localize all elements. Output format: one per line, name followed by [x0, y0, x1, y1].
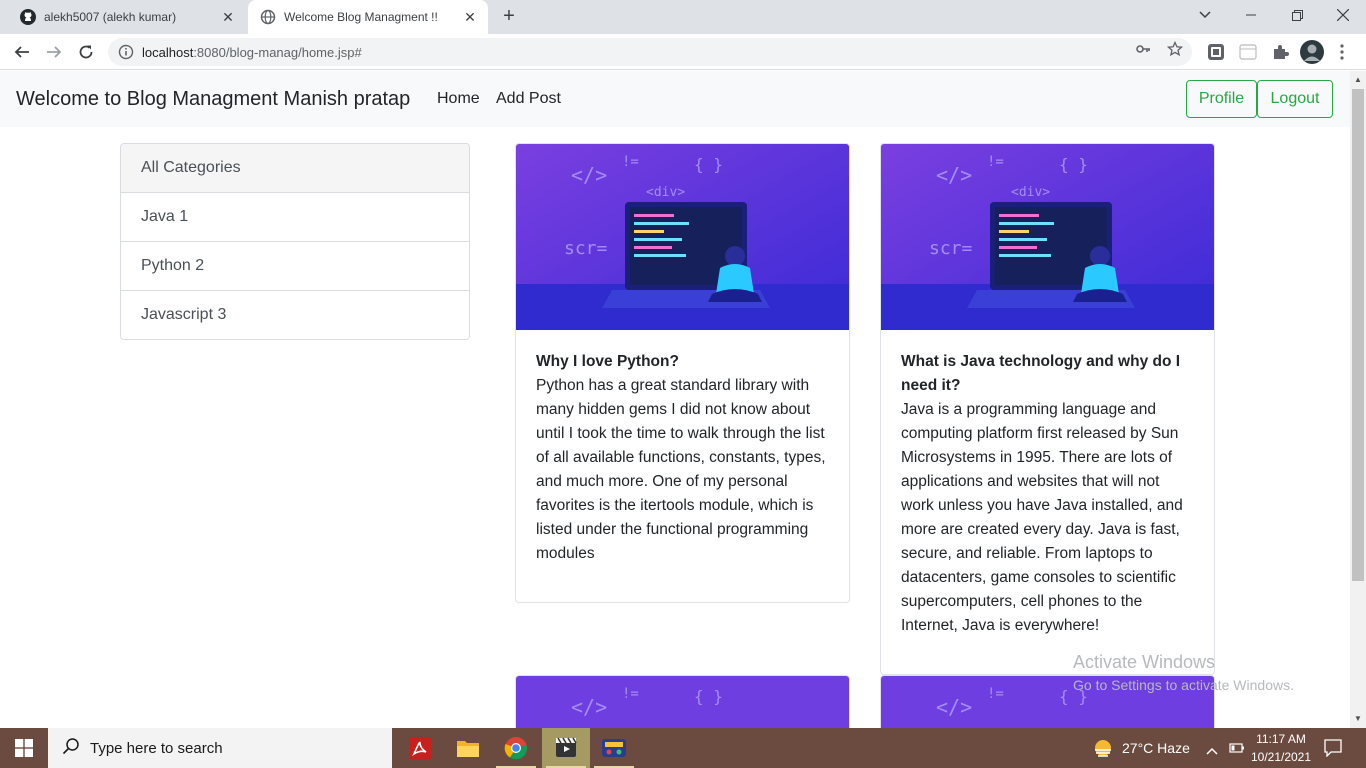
- post-title: Why I love Python?: [536, 353, 679, 370]
- div-label: <div>: [1011, 185, 1050, 200]
- category-javascript[interactable]: Javascript 3: [121, 291, 469, 339]
- tab-blog[interactable]: Welcome Blog Managment !! ✕: [248, 0, 488, 34]
- tab-title: Welcome Blog Managment !!: [284, 10, 438, 24]
- category-java[interactable]: Java 1: [121, 193, 469, 242]
- code-tag-label: </>: [936, 163, 972, 187]
- notification-icon[interactable]: [1324, 739, 1342, 762]
- reload-button[interactable]: [74, 40, 98, 64]
- scroll-thumb[interactable]: [1352, 89, 1364, 581]
- neq-label: !=: [987, 686, 1004, 702]
- profile-button[interactable]: Profile: [1186, 80, 1257, 118]
- post-content: Java is a programming language and compu…: [901, 401, 1183, 634]
- file-explorer-icon[interactable]: [444, 728, 492, 768]
- neq-label: !=: [987, 154, 1004, 170]
- video-app-icon[interactable]: [542, 728, 590, 768]
- acrobat-icon[interactable]: [396, 728, 444, 768]
- post-image[interactable]: </> { } <div> scr= !=: [516, 144, 849, 330]
- activate-windows-watermark: Activate Windows Go to Settings to activ…: [1073, 652, 1294, 693]
- windows-taskbar: Type here to search 27°C Haze 11:17 AM 1…: [0, 728, 1366, 768]
- braces-label: { }: [694, 687, 723, 706]
- category-list: All Categories Java 1 Python 2 Javascrip…: [120, 143, 470, 340]
- post-image[interactable]: </> { } !=: [516, 676, 849, 735]
- nav-home[interactable]: Home: [437, 90, 480, 108]
- url-field[interactable]: localhost:8080/blog-manag/home.jsp#: [108, 38, 1192, 66]
- close-window-button[interactable]: [1320, 0, 1366, 30]
- neq-label: !=: [622, 686, 639, 702]
- post-body: What is Java technology and why do I nee…: [881, 330, 1214, 638]
- scr-label: scr=: [564, 238, 608, 259]
- watermark-title: Activate Windows: [1073, 652, 1216, 672]
- url-path: :8080/blog-manag/home.jsp#: [193, 45, 362, 60]
- github-icon: [20, 9, 36, 25]
- page-scrollbar[interactable]: ▲ ▼: [1350, 71, 1366, 728]
- scroll-down-icon[interactable]: ▼: [1353, 714, 1363, 724]
- forward-button[interactable]: [42, 40, 66, 64]
- scroll-up-icon[interactable]: ▲: [1353, 75, 1363, 85]
- post-image[interactable]: </> { } <div> scr= !=: [881, 144, 1214, 330]
- watermark-subtitle: Go to Settings to activate Windows.: [1073, 677, 1294, 693]
- code-tag-label: </>: [571, 695, 607, 719]
- category-python[interactable]: Python 2: [121, 242, 469, 291]
- post-card: </> { } <div> scr= != What is Java techn…: [880, 143, 1215, 675]
- category-all[interactable]: All Categories: [121, 144, 469, 193]
- clock-time[interactable]: 11:17 AM: [1254, 732, 1308, 746]
- search-icon: [62, 737, 80, 760]
- extension-grey-icon[interactable]: [1238, 42, 1258, 62]
- search-placeholder: Type here to search: [90, 739, 223, 757]
- close-icon[interactable]: ✕: [462, 9, 478, 25]
- menu-kebab-icon[interactable]: [1332, 42, 1352, 62]
- clock-date[interactable]: 10/21/2021: [1250, 750, 1312, 764]
- weather-icon[interactable]: [1092, 737, 1114, 764]
- post-card: </> { } !=: [515, 675, 850, 735]
- new-tab-button[interactable]: +: [498, 6, 520, 28]
- minimize-button[interactable]: [1228, 0, 1274, 30]
- weather-text[interactable]: 27°C Haze: [1122, 740, 1190, 756]
- chevron-up-icon[interactable]: [1206, 742, 1218, 760]
- browser-tabstrip: alekh5007 (alekh kumar) ✕ Welcome Blog M…: [0, 0, 1366, 34]
- key-icon[interactable]: [1134, 40, 1152, 58]
- tab-github[interactable]: alekh5007 (alekh kumar) ✕: [8, 0, 246, 34]
- code-tag-label: </>: [571, 163, 607, 187]
- back-button[interactable]: [10, 40, 34, 64]
- braces-label: { }: [1059, 155, 1088, 174]
- tab-title: alekh5007 (alekh kumar): [44, 10, 177, 24]
- star-icon[interactable]: [1166, 40, 1184, 58]
- logout-button[interactable]: Logout: [1257, 80, 1333, 118]
- scr-label: scr=: [929, 238, 973, 259]
- post-card: </> { } <div> scr= != Why I love Python?…: [515, 143, 850, 603]
- navbar-brand[interactable]: Welcome to Blog Managment Manish pratap: [16, 88, 410, 111]
- url-host: localhost: [142, 45, 194, 60]
- taskbar-search-input[interactable]: Type here to search: [48, 728, 392, 768]
- neq-label: !=: [622, 154, 639, 170]
- site-navbar: Welcome to Blog Managment Manish pratap …: [0, 71, 1350, 127]
- post-title: What is Java technology and why do I nee…: [901, 353, 1181, 394]
- restore-button[interactable]: [1274, 0, 1320, 30]
- windows-start-icon[interactable]: [0, 728, 48, 768]
- post-content: Python has a great standard library with…: [536, 377, 826, 562]
- game-app-icon[interactable]: [590, 728, 638, 768]
- chrome-icon[interactable]: [492, 728, 540, 768]
- url-text: localhost:8080/blog-manag/home.jsp#: [142, 45, 362, 60]
- info-icon[interactable]: [118, 44, 134, 60]
- globe-icon: [260, 9, 276, 25]
- battery-icon[interactable]: [1229, 741, 1245, 759]
- avatar[interactable]: [1300, 40, 1324, 64]
- puzzle-icon[interactable]: [1270, 42, 1290, 62]
- post-body: Why I love Python? Python has a great st…: [516, 330, 849, 566]
- code-tag-label: </>: [936, 695, 972, 719]
- div-label: <div>: [646, 185, 685, 200]
- nav-add-post[interactable]: Add Post: [496, 90, 561, 108]
- address-bar: localhost:8080/blog-manag/home.jsp#: [0, 34, 1366, 70]
- close-icon[interactable]: ✕: [220, 9, 236, 25]
- braces-label: { }: [694, 155, 723, 174]
- tab-search-icon[interactable]: [1182, 0, 1228, 30]
- extension-badge-icon[interactable]: [1206, 42, 1226, 62]
